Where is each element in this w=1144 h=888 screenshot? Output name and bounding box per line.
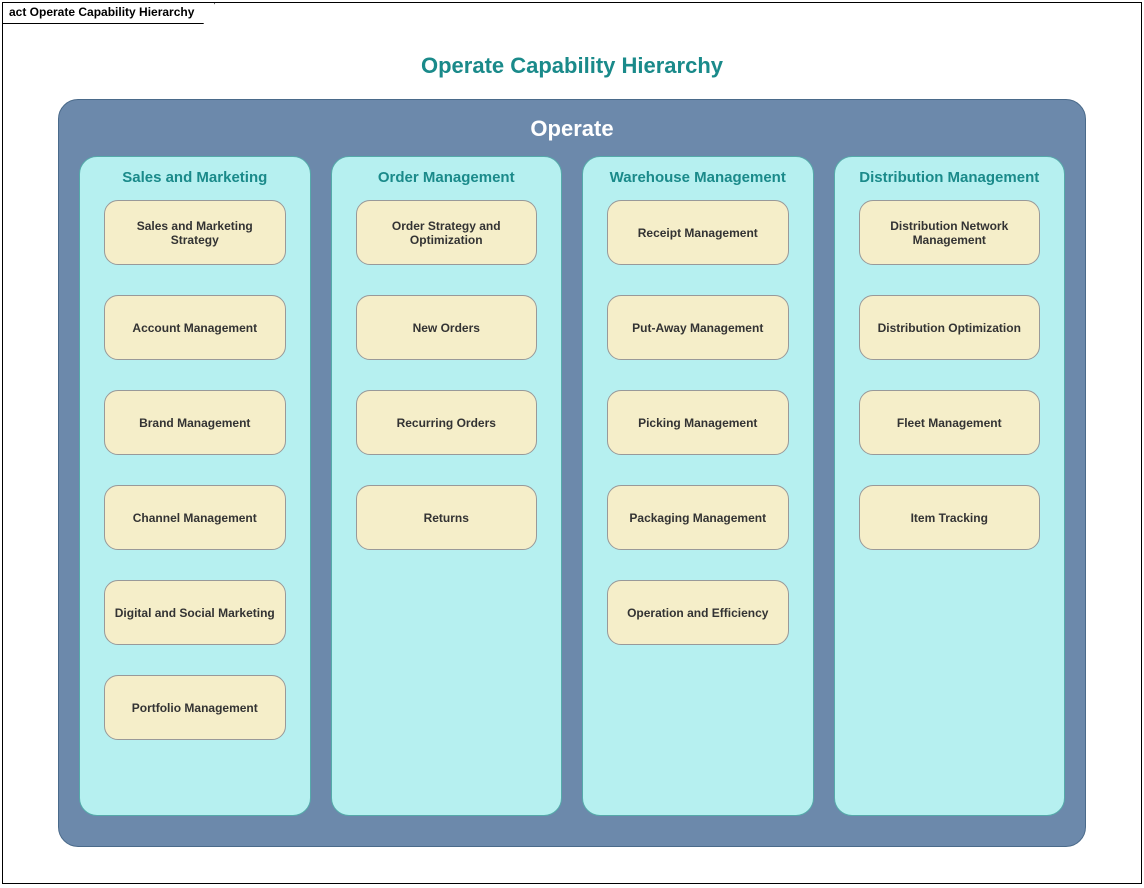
capability-item: Distribution Network Management [859, 200, 1041, 265]
capability-item: Receipt Management [607, 200, 789, 265]
column-title: Sales and Marketing [90, 169, 300, 186]
capability-item: Sales and Marketing Strategy [104, 200, 286, 265]
column-title: Distribution Management [845, 169, 1055, 186]
capability-item: Operation and Efficiency [607, 580, 789, 645]
operate-root-label: Operate [79, 116, 1065, 142]
capability-item: Recurring Orders [356, 390, 538, 455]
capability-item: Packaging Management [607, 485, 789, 550]
capability-item: Returns [356, 485, 538, 550]
diagram-title: Operate Capability Hierarchy [3, 53, 1141, 79]
column-title: Order Management [342, 169, 552, 186]
capability-item: Item Tracking [859, 485, 1041, 550]
column-warehouse-management: Warehouse Management Receipt Management … [582, 156, 814, 816]
column-title: Warehouse Management [593, 169, 803, 186]
capability-item: Digital and Social Marketing [104, 580, 286, 645]
capability-item: Put-Away Management [607, 295, 789, 360]
capability-item: New Orders [356, 295, 538, 360]
column-sales-and-marketing: Sales and Marketing Sales and Marketing … [79, 156, 311, 816]
columns-row: Sales and Marketing Sales and Marketing … [79, 156, 1065, 816]
capability-item: Brand Management [104, 390, 286, 455]
frame-tab: act Operate Capability Hierarchy [2, 2, 215, 24]
column-distribution-management: Distribution Management Distribution Net… [834, 156, 1066, 816]
capability-item: Portfolio Management [104, 675, 286, 740]
capability-item: Order Strategy and Optimization [356, 200, 538, 265]
capability-item: Fleet Management [859, 390, 1041, 455]
capability-item: Account Management [104, 295, 286, 360]
operate-root-container: Operate Sales and Marketing Sales and Ma… [58, 99, 1086, 847]
diagram-frame: act Operate Capability Hierarchy Operate… [2, 2, 1142, 884]
capability-item: Picking Management [607, 390, 789, 455]
column-order-management: Order Management Order Strategy and Opti… [331, 156, 563, 816]
capability-item: Channel Management [104, 485, 286, 550]
capability-item: Distribution Optimization [859, 295, 1041, 360]
